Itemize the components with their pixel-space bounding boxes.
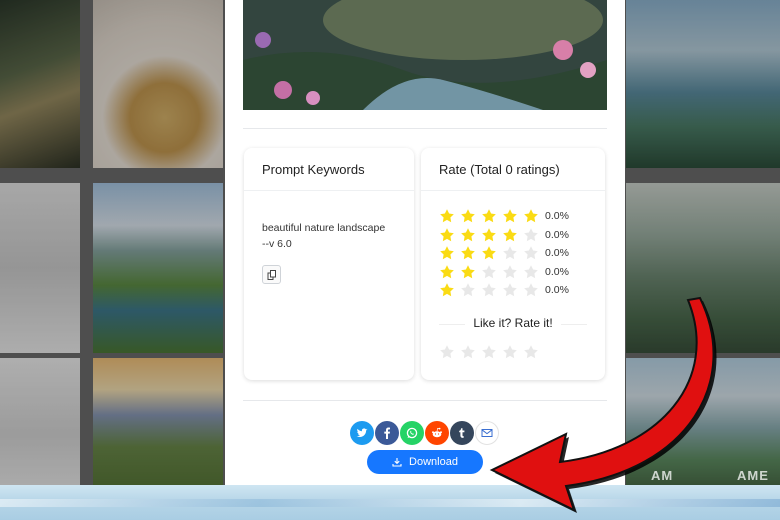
star-empty-icon [482, 283, 496, 297]
bottom-banner [0, 485, 780, 520]
image-detail-modal: Prompt Keywords beautiful nature landsca… [225, 0, 625, 485]
watermark-ame: AME [737, 468, 769, 483]
star-filled-icon [482, 246, 496, 260]
star-filled-icon [461, 227, 475, 241]
rate-star-4-icon[interactable] [502, 344, 518, 360]
star-filled-icon [440, 246, 454, 260]
reddit-icon [432, 427, 442, 438]
star-empty-icon [482, 264, 496, 278]
rate-star-2-icon[interactable] [460, 344, 476, 360]
rate-star-1-icon[interactable] [439, 344, 455, 360]
prompt-keywords-card: Prompt Keywords beautiful nature landsca… [244, 148, 414, 380]
rating-row-1-star: 0.0% [439, 282, 569, 298]
rating-percentage: 0.0% [545, 210, 569, 222]
rating-percentage: 0.0% [545, 265, 569, 278]
star-filled-icon [482, 209, 496, 223]
star-filled-icon [440, 227, 454, 241]
artwork-image [243, 0, 607, 110]
download-label: Download [409, 456, 458, 468]
star-filled-icon [461, 264, 475, 278]
rating-row-2-star: 0.0% [439, 264, 569, 280]
divider-line [561, 324, 587, 325]
card-divider [244, 190, 414, 191]
rating-row-3-star: 0.0% [439, 245, 569, 261]
star-empty-icon [461, 283, 475, 297]
star-empty-icon [503, 264, 517, 278]
email-icon [481, 429, 493, 437]
prompt-keywords-text: beautiful nature landscape --v 6.0 [262, 222, 386, 250]
download-icon [392, 458, 402, 467]
star-filled-icon [440, 264, 454, 278]
star-empty-icon [503, 246, 517, 260]
divider-bottom [243, 400, 607, 401]
tumblr-icon [459, 428, 465, 438]
star-empty-icon [524, 246, 538, 260]
star-rating-input[interactable] [439, 344, 544, 360]
star-empty-icon [524, 283, 538, 297]
share-email-button[interactable] [475, 421, 499, 445]
star-filled-icon [461, 246, 475, 260]
rating-row-5-star: 0.0% [439, 208, 569, 224]
facebook-icon [384, 427, 390, 439]
star-filled-icon [482, 227, 496, 241]
share-facebook-button[interactable] [375, 421, 399, 445]
rate-prompt: Like it? Rate it! [473, 316, 553, 330]
rating-percentage: 0.0% [545, 284, 569, 296]
rating-card: Rate (Total 0 ratings) 0.0% 0.0% 0.0% 0.0% 0… [421, 148, 605, 380]
whatsapp-icon [406, 427, 418, 439]
rating-percentage: 0.0% [545, 247, 569, 259]
star-empty-icon [524, 264, 538, 278]
share-whatsapp-button[interactable] [400, 421, 424, 445]
rating-title: Rate (Total 0 ratings) [439, 162, 560, 177]
prompt-keywords-title: Prompt Keywords [262, 162, 365, 177]
star-filled-icon [461, 209, 475, 223]
rate-star-3-icon[interactable] [481, 344, 497, 360]
star-filled-icon [503, 227, 517, 241]
rating-row-4-star: 0.0% [439, 227, 569, 243]
copy-button[interactable] [262, 265, 281, 284]
star-empty-icon [524, 227, 538, 241]
star-empty-icon [503, 283, 517, 297]
rate-star-5-icon[interactable] [523, 344, 539, 360]
share-reddit-button[interactable] [425, 421, 449, 445]
share-tumblr-button[interactable] [450, 421, 474, 445]
divider-top [243, 128, 607, 129]
card-divider [421, 190, 605, 191]
watermark-am: AM [651, 468, 674, 483]
star-filled-icon [440, 283, 454, 297]
star-filled-icon [524, 209, 538, 223]
share-twitter-button[interactable] [350, 421, 374, 445]
rating-percentage: 0.0% [545, 228, 569, 241]
star-filled-icon [440, 209, 454, 223]
star-filled-icon [503, 209, 517, 223]
copy-icon [267, 269, 276, 280]
download-button[interactable]: Download [367, 450, 483, 474]
twitter-icon [356, 428, 368, 437]
